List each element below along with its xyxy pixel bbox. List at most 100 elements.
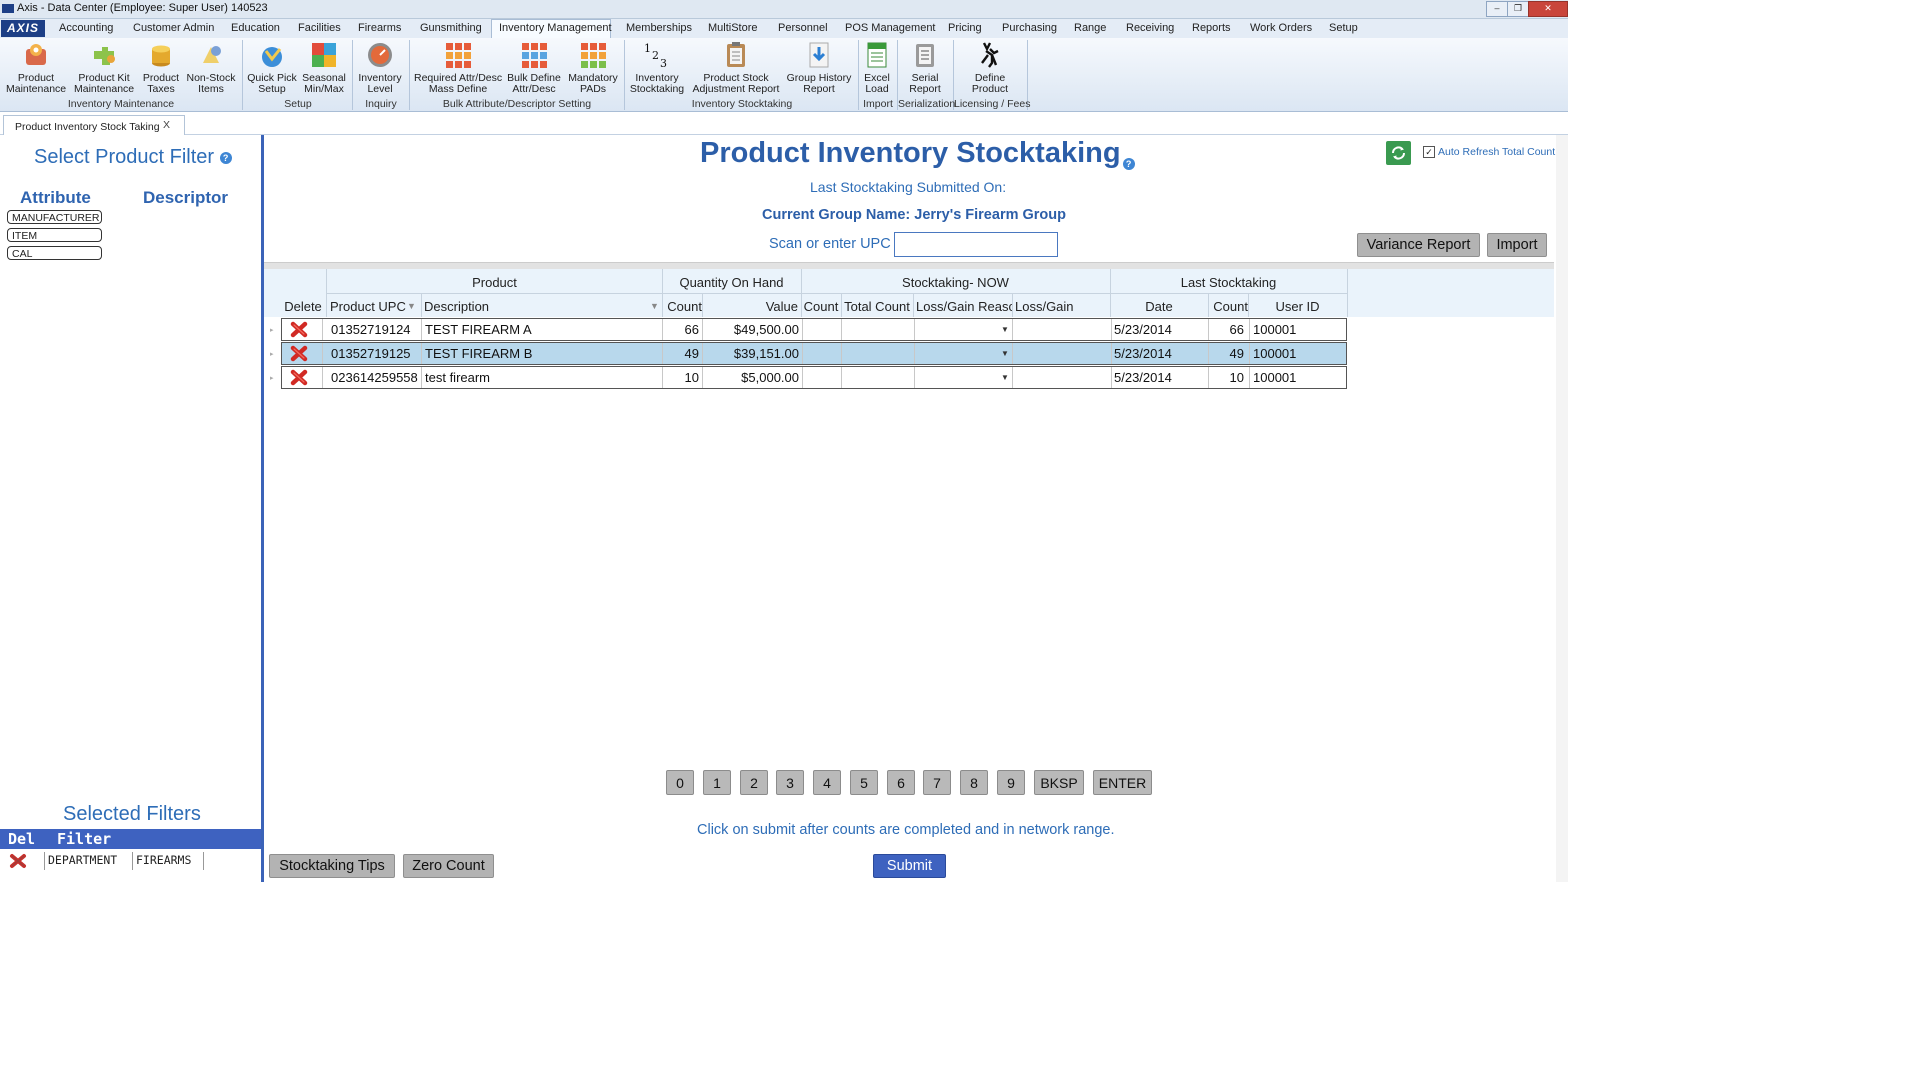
inventory-level-button[interactable]: Inventory Level (356, 38, 404, 95)
minimize-button[interactable]: – (1486, 1, 1508, 17)
filter-icon[interactable]: ▼ (650, 301, 659, 311)
menu-tab-inventory-management[interactable]: Inventory Management (499, 22, 612, 34)
non-stock-items-button[interactable]: Non-Stock Items (186, 38, 236, 95)
table-row[interactable]: ▸ 023614259558 test firearm 10 $5,000.00 5/23… (270, 366, 1347, 389)
submit-button[interactable]: Submit (873, 854, 946, 878)
import-button[interactable]: Import (1487, 233, 1547, 257)
maximize-button[interactable]: ❐ (1507, 1, 1529, 17)
excel-load-button[interactable]: Excel Load (860, 38, 894, 95)
keypad-1[interactable]: 1 (703, 770, 731, 795)
keypad-6[interactable]: 6 (887, 770, 915, 795)
serial-report-button[interactable]: Serial Report (900, 38, 950, 95)
coins-icon (147, 41, 175, 69)
menu-tab-personnel[interactable]: Personnel (778, 22, 828, 34)
attribute-item[interactable]: ITEM (7, 228, 102, 242)
deer-icon (976, 41, 1004, 69)
menu-tab-facilities[interactable]: Facilities (298, 22, 341, 34)
menu-tab-customer-admin[interactable]: Customer Admin (133, 22, 214, 34)
define-product-button[interactable]: Define Product (958, 38, 1022, 95)
keypad-enter[interactable]: ENTER (1093, 770, 1152, 795)
cell-loss-gain-reason[interactable] (917, 343, 1007, 364)
row-indicator-icon: ▸ (270, 375, 274, 382)
delete-filter-icon[interactable] (9, 853, 27, 869)
menu-tab-work-orders[interactable]: Work Orders (1250, 22, 1312, 34)
variance-report-button[interactable]: Variance Report (1357, 233, 1480, 257)
zero-count-button[interactable]: Zero Count (403, 854, 494, 878)
scan-upc-input[interactable] (894, 232, 1058, 257)
col-description[interactable]: Description (424, 299, 489, 314)
cell-loss-gain[interactable] (1016, 319, 1110, 340)
menu-tab-purchasing[interactable]: Purchasing (1002, 22, 1057, 34)
keypad-9[interactable]: 9 (997, 770, 1025, 795)
product-maintenance-button[interactable]: Product Maintenance (6, 38, 66, 95)
keypad-4[interactable]: 4 (813, 770, 841, 795)
menu-tab-pricing[interactable]: Pricing (948, 22, 982, 34)
menu-tab-accounting[interactable]: Accounting (59, 22, 113, 34)
menu-tab-reports[interactable]: Reports (1192, 22, 1231, 34)
keypad-2[interactable]: 2 (740, 770, 768, 795)
table-row[interactable]: ▸ 01352719124 TEST FIREARM A 66 $49,500.00 5/… (270, 318, 1347, 341)
keypad-3[interactable]: 3 (776, 770, 804, 795)
cell-now-count[interactable] (803, 343, 839, 364)
cell-loss-gain[interactable] (1016, 367, 1110, 388)
menu-tab-setup[interactable]: Setup (1329, 22, 1358, 34)
reason-dropdown-icon[interactable]: ▼ (1001, 349, 1009, 358)
delete-row-icon[interactable] (290, 369, 308, 386)
stocktaking-tips-button[interactable]: Stocktaking Tips (269, 854, 395, 878)
cell-total-count[interactable] (843, 319, 913, 340)
reason-dropdown-icon[interactable]: ▼ (1001, 325, 1009, 334)
cell-last-date: 5/23/2014 (1114, 322, 1172, 337)
group-history-report-button[interactable]: Group History Report (786, 38, 852, 95)
menu-tab-pos-management[interactable]: POS Management (845, 22, 936, 34)
vertical-scrollbar[interactable] (1556, 135, 1568, 882)
help-icon[interactable]: ? (219, 151, 232, 164)
cell-loss-gain-reason[interactable] (917, 319, 1007, 340)
mandatory-pads-button[interactable]: Mandatory PADs (566, 38, 620, 95)
help-icon[interactable]: ? (1122, 158, 1135, 170)
attribute-cal[interactable]: CAL (7, 246, 102, 260)
product-taxes-button[interactable]: Product Taxes (140, 38, 182, 95)
cell-loss-gain-reason[interactable] (917, 367, 1007, 388)
menu-tab-receiving[interactable]: Receiving (1126, 22, 1174, 34)
refresh-button[interactable] (1386, 141, 1411, 165)
quick-pick-setup-button[interactable]: Quick Pick Setup (246, 38, 298, 95)
cell-now-count[interactable] (803, 367, 839, 388)
document-tab-stock-taking[interactable]: Product Inventory Stock Taking X (3, 115, 185, 135)
col-user-id: User ID (1275, 299, 1320, 314)
delete-row-icon[interactable] (290, 321, 308, 338)
numbers-icon: 123 (643, 41, 671, 70)
bulk-define-attr-desc-button[interactable]: Bulk Define Attr/Desc (505, 38, 563, 95)
keypad-5[interactable]: 5 (850, 770, 878, 795)
menu-tab-memberships[interactable]: Memberships (626, 22, 692, 34)
submit-hint: Click on submit after counts are complet… (697, 822, 1115, 838)
product-kit-maintenance-button[interactable]: Product Kit Maintenance (74, 38, 134, 95)
filter-icon[interactable]: ▼ (407, 301, 416, 311)
keypad-0[interactable]: 0 (666, 770, 694, 795)
panel-divider[interactable] (261, 135, 264, 882)
keypad-7[interactable]: 7 (923, 770, 951, 795)
auto-refresh-checkbox[interactable]: ✓ (1423, 146, 1435, 158)
cell-qoh-count: 10 (684, 370, 699, 385)
menu-tab-gunsmithing[interactable]: Gunsmithing (420, 22, 482, 34)
cell-loss-gain[interactable] (1016, 343, 1110, 364)
col-product-upc[interactable]: Product UPC (330, 299, 406, 314)
menu-tab-multistore[interactable]: MultiStore (708, 22, 758, 34)
menu-tab-firearms[interactable]: Firearms (358, 22, 401, 34)
menu-tab-range[interactable]: Range (1074, 22, 1106, 34)
seasonal-min-max-button[interactable]: Seasonal Min/Max (302, 38, 346, 95)
cell-now-count[interactable] (803, 319, 839, 340)
delete-row-icon[interactable] (290, 345, 308, 362)
close-tab-icon[interactable]: X (163, 119, 170, 131)
reason-dropdown-icon[interactable]: ▼ (1001, 373, 1009, 382)
attribute-manufacturer[interactable]: MANUFACTURER (7, 210, 102, 224)
keypad-8[interactable]: 8 (960, 770, 988, 795)
cell-total-count[interactable] (843, 367, 913, 388)
table-row[interactable]: ▸ 01352719125 TEST FIREARM B 49 $39,151.00 5/… (270, 342, 1347, 365)
inventory-stocktaking-button[interactable]: 123 Inventory Stocktaking (628, 38, 686, 95)
cell-total-count[interactable] (843, 343, 913, 364)
required-attr-desc-mass-define-button[interactable]: Required Attr/Desc Mass Define (414, 38, 502, 95)
menu-tab-education[interactable]: Education (231, 22, 280, 34)
product-stock-adjustment-report-button[interactable]: Product Stock Adjustment Report (692, 38, 780, 95)
keypad-backspace[interactable]: BKSP (1034, 770, 1084, 795)
close-window-button[interactable]: ✕ (1528, 1, 1568, 17)
